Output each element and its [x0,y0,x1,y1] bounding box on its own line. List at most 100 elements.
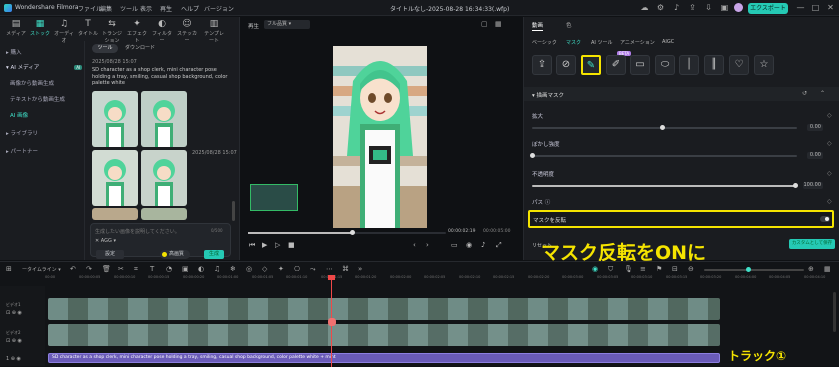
nav-partner[interactable]: ▸ パートナー [6,147,38,155]
progress-handle[interactable] [350,230,355,235]
zoom-out-icon[interactable]: ⊖ [688,265,694,273]
invert-mask-toggle[interactable] [820,216,830,222]
heart-mask-icon[interactable]: ♡ [729,55,749,75]
play-icon[interactable]: ▶ [262,241,267,249]
tab-mask[interactable]: マスク [566,39,581,46]
upload-icon[interactable]: ⇪ [688,3,697,12]
tab-template[interactable]: ▥ テンプレート [202,19,226,44]
track2-lock-icon[interactable]: ⊡ ⊕ ◉ [6,338,22,344]
snap-icon[interactable]: ⊟ [672,265,678,273]
generated-image-4[interactable] [141,150,187,206]
more-icon[interactable]: » [358,265,362,273]
blur-slider[interactable] [532,155,797,157]
minimize-icon[interactable]: — [796,3,805,12]
undo-icon[interactable]: ↶ [70,265,76,273]
settings-icon[interactable]: ⚙ [656,3,665,12]
generate-button[interactable]: 生成 [204,250,224,259]
gift-icon[interactable]: ▣ [720,3,729,12]
camera-icon[interactable]: ◉ [466,241,472,249]
time-ruler[interactable]: 00:00 00:00:00:05 00:00:00:10 00:00:00:1… [45,275,835,284]
tab-aigc[interactable]: AIGC [662,39,674,45]
nav-ai-media[interactable]: ▾ AI メディア AI [6,63,83,71]
menu-tools[interactable]: ツール [120,4,138,13]
shield-icon[interactable]: ⛉ [608,265,613,274]
tab-audio[interactable]: ♫ オーディオ [52,19,76,44]
blur-knob[interactable] [530,153,535,158]
tab-media[interactable]: ▤ メディア [4,19,28,39]
ellipse-mask-icon[interactable]: ⬭ [655,55,675,75]
zoom-in-icon[interactable]: ⊕ [808,265,814,273]
scrollbar[interactable] [232,201,235,221]
audio-icon-tl[interactable]: ♫ [214,265,220,273]
pip-thumbnail[interactable] [250,184,298,211]
opacity-value[interactable]: 100.00 [803,182,823,189]
speed-icon[interactable]: ◔ [166,265,172,273]
menu-view[interactable]: 表示 [140,4,152,13]
blur-keyframe-icon[interactable]: ◇ [827,140,832,147]
zoom-knob-tl[interactable] [746,267,751,272]
mark-out-icon[interactable]: › [426,241,429,249]
menu-play[interactable]: 再生 [160,4,172,13]
marker-icon[interactable]: ⚑ [656,265,662,273]
track3-controls[interactable]: 1 ⊕ ◉ [6,356,21,362]
double-line-mask-icon[interactable]: ║ [704,55,724,75]
nav-ai-image[interactable]: AI 画像 [10,111,28,119]
keyframe-icon[interactable]: ◇ [262,265,267,273]
zoom-knob[interactable] [660,125,665,130]
ai-image-clip[interactable]: SD character as a shop clerk, mini chara… [48,353,720,363]
reset-icon[interactable]: ↺ [802,90,807,97]
tab-stock[interactable]: ▦ ストック [28,19,52,39]
ai-icon[interactable]: ✦ [278,265,284,273]
silence-icon[interactable]: ⋯ [326,265,333,273]
tab-animation[interactable]: アニメーション [620,39,655,46]
bell-icon[interactable]: ♪ [672,3,681,12]
opacity-knob[interactable] [793,183,798,188]
tab-effect[interactable]: ✦ エフェクト [125,19,149,44]
import-mask-icon[interactable]: ⇪ [532,55,552,75]
video-frame[interactable] [333,46,427,228]
next-frame-icon[interactable]: ▷ [275,241,280,249]
timeline-scrollbar[interactable] [833,292,836,332]
line-mask-icon[interactable]: │ [679,55,699,75]
menu-help[interactable]: ヘルプ [181,4,199,13]
save-custom-button[interactable]: カスタムとして保存 [789,239,835,249]
list-icon[interactable]: ≡ [640,265,646,273]
generated-image-2[interactable] [141,91,187,147]
invert-mask-row[interactable]: マスクを反転 [528,210,834,228]
tab-ai-tools[interactable]: AI ツール [591,39,613,46]
mic-icon[interactable]: 🎙 [624,265,633,273]
close-icon[interactable]: ✕ [826,3,835,12]
tab-basic[interactable]: ベーシック [532,39,557,46]
monitor-icon[interactable]: ▭ [451,241,458,249]
zoom-keyframe-icon[interactable]: ◇ [827,112,832,119]
tab-filter[interactable]: ◐ フィルター [150,19,174,44]
tab-sticker[interactable]: ☺ ステッカー [175,19,199,44]
settings-button[interactable]: 設定 [96,250,124,259]
nav-purchase[interactable]: ▸ 購入 [6,48,22,56]
mark-in-icon[interactable]: ‹ [413,241,416,249]
scene-icon[interactable]: ⌘ [342,265,349,273]
freeze-icon[interactable]: ❄ [230,265,236,273]
model-select[interactable]: ✕ AGG ▾ [95,238,116,244]
nav-image-to-video[interactable]: 画像から動画生成 [10,79,54,87]
render-icon[interactable]: ◉ [592,265,598,273]
tab-download[interactable]: ダウンロード [122,44,158,53]
tab-title[interactable]: T タイトル [76,19,100,39]
zoom-value[interactable]: 0.00 [807,124,823,131]
generated-image-1[interactable] [92,91,138,147]
tab-color[interactable]: 色 [566,21,572,29]
quality-select[interactable]: フル品質 ▾ [264,20,310,29]
maximize-icon[interactable]: □ [811,3,820,12]
menu-edit[interactable]: 編集 [100,4,112,13]
playhead-marker[interactable] [328,318,336,326]
split-icon[interactable]: ✂ [118,265,124,273]
star-mask-icon[interactable]: ☆ [754,55,774,75]
mask-icon-tl[interactable]: ◎ [246,265,252,273]
tab-transition[interactable]: ⇆ トランジション [100,19,124,44]
fullscreen-icon[interactable]: ▦ [495,20,502,28]
layout-icon[interactable]: ⊞ [6,265,12,273]
no-mask-icon[interactable]: ⊘ [556,55,576,75]
track1-lock-icon[interactable]: ⊡ ⊕ ◉ [6,310,22,316]
color-icon[interactable]: ◐ [198,265,204,273]
opacity-keyframe-icon[interactable]: ◇ [827,170,832,177]
